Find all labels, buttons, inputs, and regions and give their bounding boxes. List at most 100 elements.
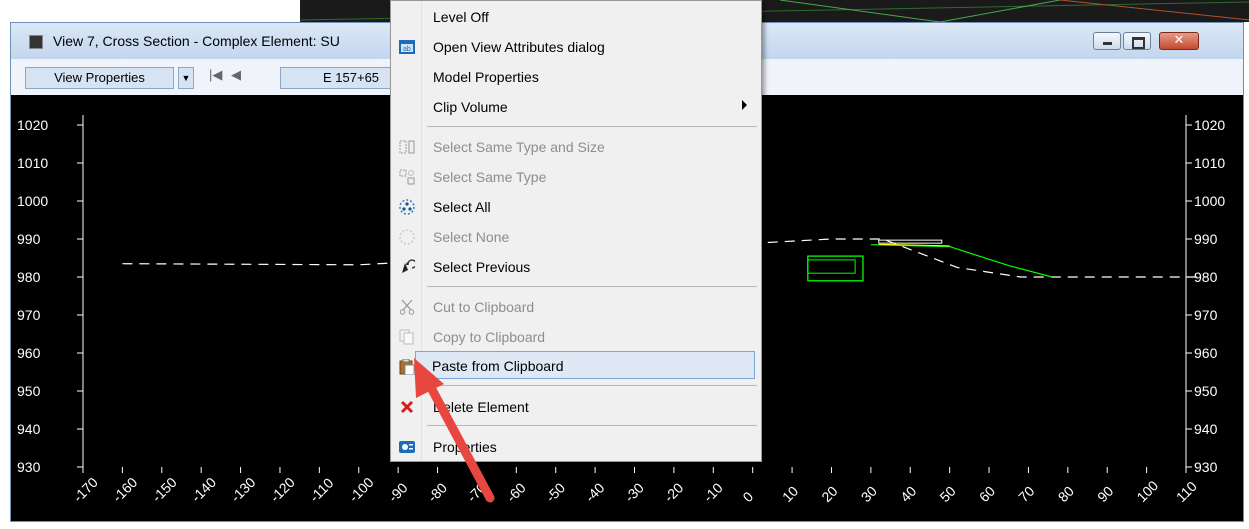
menu-separator <box>427 385 757 386</box>
view-properties-button[interactable]: View Properties <box>25 67 174 89</box>
x-tick-label: -60 <box>503 479 529 505</box>
menu-item-label: Select All <box>433 199 491 215</box>
y-tick-label-right: 1000 <box>1194 193 1225 209</box>
x-tick-label: 90 <box>1094 483 1116 505</box>
x-tick-label: 40 <box>897 483 919 505</box>
x-tick-label: -40 <box>582 479 608 505</box>
menu-item-clip-volume[interactable]: Clip Volume <box>393 93 759 121</box>
view-attributes-icon: ab <box>399 39 415 55</box>
menu-item-label: Paste from Clipboard <box>432 358 564 374</box>
x-tick-label: -150 <box>149 474 180 505</box>
x-tick-label: 30 <box>858 483 880 505</box>
menu-item-delete-element[interactable]: Delete Element <box>393 393 759 421</box>
select-same-type-size-icon <box>399 139 415 155</box>
menu-item-label: Cut to Clipboard <box>433 299 535 315</box>
select-none-icon <box>399 229 415 245</box>
menu-item-label: Clip Volume <box>433 99 508 115</box>
svg-text:ab: ab <box>403 46 411 53</box>
copy-icon <box>399 329 415 345</box>
y-tick-label-right: 930 <box>1194 459 1218 475</box>
menu-item-copy-to-clipboard[interactable]: Copy to Clipboard <box>393 323 759 351</box>
menu-item-label: Select Same Type and Size <box>433 139 605 155</box>
menu-item-select-all[interactable]: Select All <box>393 193 759 221</box>
x-tick-label: -90 <box>385 479 411 505</box>
context-menu: Level Off ab Open View Attributes dialog… <box>390 0 762 462</box>
x-tick-label: -120 <box>267 474 298 505</box>
series-line-1 <box>870 244 1053 278</box>
y-tick-label-left: 960 <box>17 345 41 361</box>
menu-item-label: Open View Attributes dialog <box>433 39 605 55</box>
view-properties-dropdown[interactable]: ▼ <box>178 67 194 89</box>
x-tick-label: 20 <box>818 483 840 505</box>
menu-item-level-off[interactable]: Level Off <box>393 3 759 31</box>
menu-item-select-same-type[interactable]: Select Same Type <box>393 163 759 191</box>
x-tick-label: -50 <box>543 479 569 505</box>
x-tick-label: -70 <box>464 479 490 505</box>
close-icon: ✕ <box>1173 32 1185 47</box>
submenu-arrow-icon <box>742 100 747 110</box>
menu-separator <box>427 286 757 287</box>
y-tick-label-left: 940 <box>17 421 41 437</box>
x-tick-label: -110 <box>306 475 337 506</box>
x-tick-label: -20 <box>661 479 687 505</box>
menu-item-model-properties[interactable]: Model Properties <box>393 63 759 91</box>
x-tick-label: -30 <box>621 479 647 505</box>
menu-item-select-none[interactable]: Select None <box>393 223 759 251</box>
x-tick-label: -10 <box>700 479 726 505</box>
x-tick-label: 60 <box>976 483 998 505</box>
x-tick-label: -100 <box>346 474 377 505</box>
maximize-button[interactable] <box>1123 32 1151 50</box>
menu-item-select-previous[interactable]: Select Previous <box>393 253 759 281</box>
select-same-type-icon <box>399 169 415 185</box>
menu-item-label: Select Same Type <box>433 169 547 185</box>
menu-item-label: Copy to Clipboard <box>433 329 546 345</box>
y-tick-label-left: 980 <box>17 269 41 285</box>
x-tick-label: -160 <box>109 474 140 505</box>
properties-icon <box>399 439 415 455</box>
y-tick-label-right: 940 <box>1194 421 1218 437</box>
menu-item-open-view-attributes[interactable]: ab Open View Attributes dialog <box>393 33 759 61</box>
y-tick-label-right: 950 <box>1194 383 1218 399</box>
pavement-box-inner <box>807 259 856 274</box>
x-tick-label: -80 <box>424 479 450 505</box>
y-tick-label-left: 990 <box>17 231 41 247</box>
first-station-button[interactable]: |◀ <box>209 67 222 83</box>
y-tick-label-left: 930 <box>17 459 41 475</box>
menu-separator <box>427 126 757 127</box>
close-button[interactable]: ✕ <box>1159 32 1199 50</box>
menu-item-paste-from-clipboard[interactable]: Paste from Clipboard <box>415 351 755 379</box>
clipboard-paste-icon <box>399 358 415 376</box>
x-tick-label: -140 <box>188 474 219 505</box>
y-tick-label-right: 980 <box>1194 269 1218 285</box>
previous-station-button[interactable]: ◀ <box>231 67 241 83</box>
x-tick-label: 110 <box>1173 478 1200 505</box>
menu-item-label: Select None <box>433 229 510 245</box>
scissors-icon <box>399 299 415 315</box>
menu-item-label: Model Properties <box>433 69 539 85</box>
x-tick-label: -130 <box>227 474 258 505</box>
y-tick-label-right: 1020 <box>1194 117 1225 133</box>
y-tick-label-left: 1000 <box>17 193 48 209</box>
y-tick-label-right: 990 <box>1194 231 1218 247</box>
minimize-button[interactable] <box>1093 32 1121 50</box>
window-title: View 7, Cross Section - Complex Element:… <box>53 33 340 49</box>
select-all-icon <box>399 199 415 215</box>
station-field[interactable]: E 157+65 <box>280 67 392 89</box>
y-tick-label-left: 950 <box>17 383 41 399</box>
y-tick-label-left: 970 <box>17 307 41 323</box>
window-menu-icon[interactable] <box>29 35 43 49</box>
menu-item-properties[interactable]: Properties <box>393 433 759 461</box>
x-tick-label: 80 <box>1055 483 1077 505</box>
menu-item-label: Select Previous <box>433 259 531 275</box>
y-tick-label-right: 960 <box>1194 345 1218 361</box>
y-tick-label-left: 1010 <box>17 155 48 171</box>
select-previous-icon <box>399 259 417 275</box>
menu-item-cut-to-clipboard[interactable]: Cut to Clipboard <box>393 293 759 321</box>
x-tick-label: 70 <box>1015 483 1037 505</box>
x-tick-label: 0 <box>739 488 756 505</box>
y-tick-label-left: 1020 <box>17 117 48 133</box>
x-tick-label: 10 <box>779 483 801 505</box>
menu-separator <box>427 425 757 426</box>
menu-item-select-same-type-and-size[interactable]: Select Same Type and Size <box>393 133 759 161</box>
y-tick-label-right: 1010 <box>1194 155 1225 171</box>
